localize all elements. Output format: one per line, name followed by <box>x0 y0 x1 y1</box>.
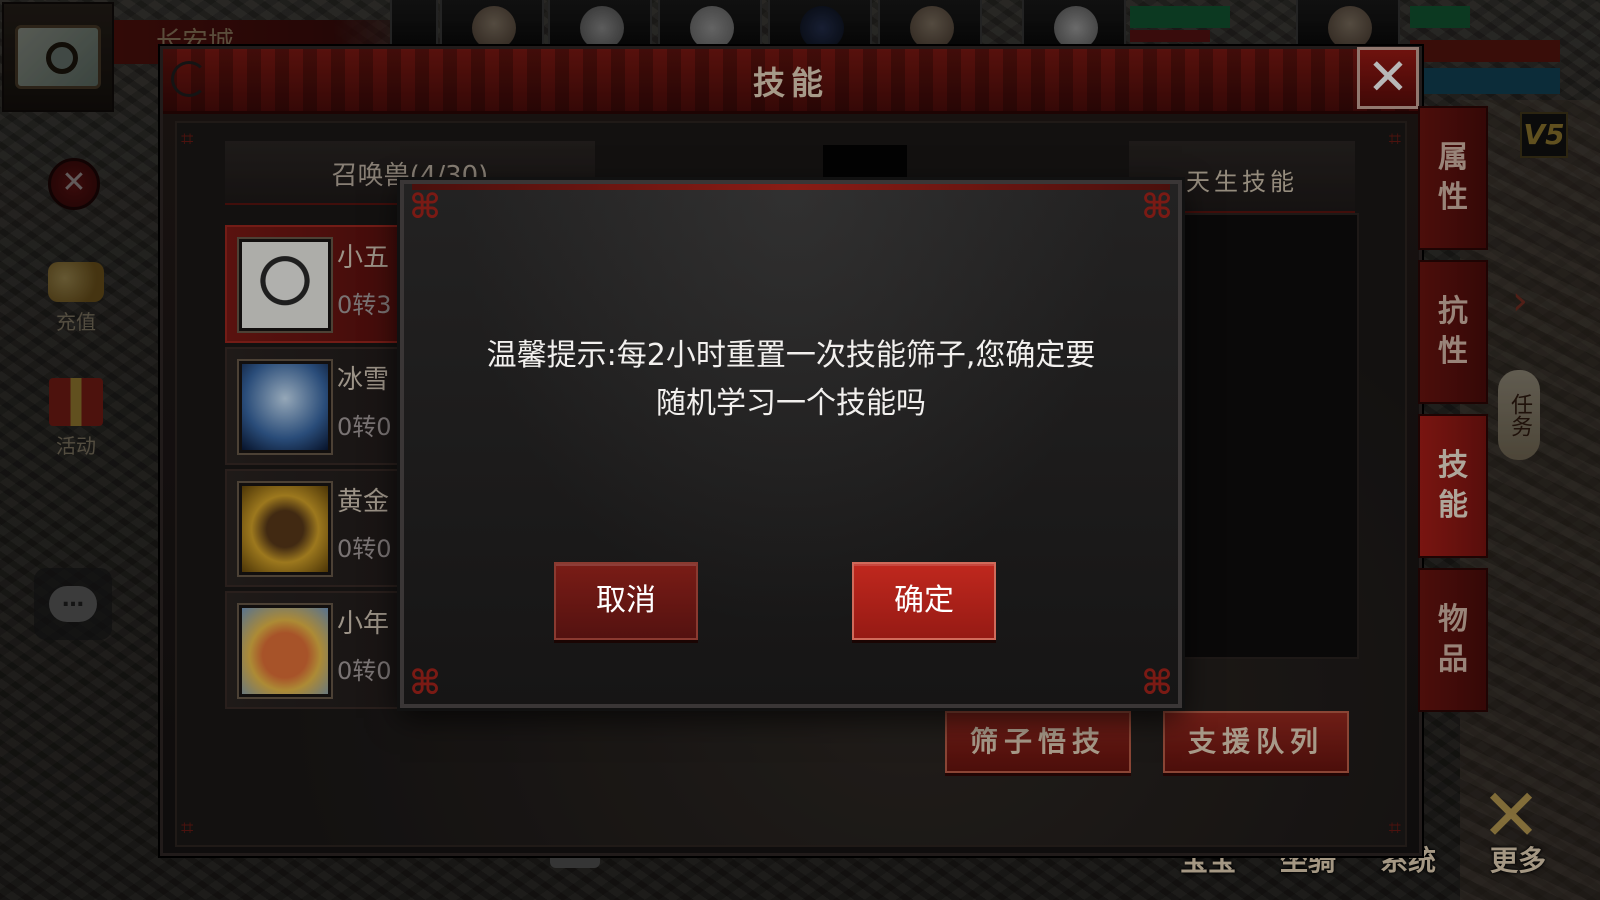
corner-knot-icon: ⌘ <box>409 187 441 227</box>
dialog-message: 温馨提示:每2小时重置一次技能筛子,您确定要 随机学习一个技能吗 <box>444 332 1138 428</box>
confirm-dialog: ⌘ ⌘ ⌘ ⌘ 温馨提示:每2小时重置一次技能筛子,您确定要 随机学习一个技能吗… <box>400 180 1182 708</box>
cancel-button[interactable]: 取消 <box>554 562 698 640</box>
confirm-button[interactable]: 确定 <box>852 562 996 640</box>
corner-knot-icon: ⌘ <box>1141 663 1173 703</box>
dialog-message-line: 随机学习一个技能吗 <box>656 386 926 421</box>
dialog-message-line: 温馨提示:每2小时重置一次技能筛子,您确定要 <box>486 338 1096 373</box>
corner-knot-icon: ⌘ <box>1141 187 1173 227</box>
corner-knot-icon: ⌘ <box>409 663 441 703</box>
